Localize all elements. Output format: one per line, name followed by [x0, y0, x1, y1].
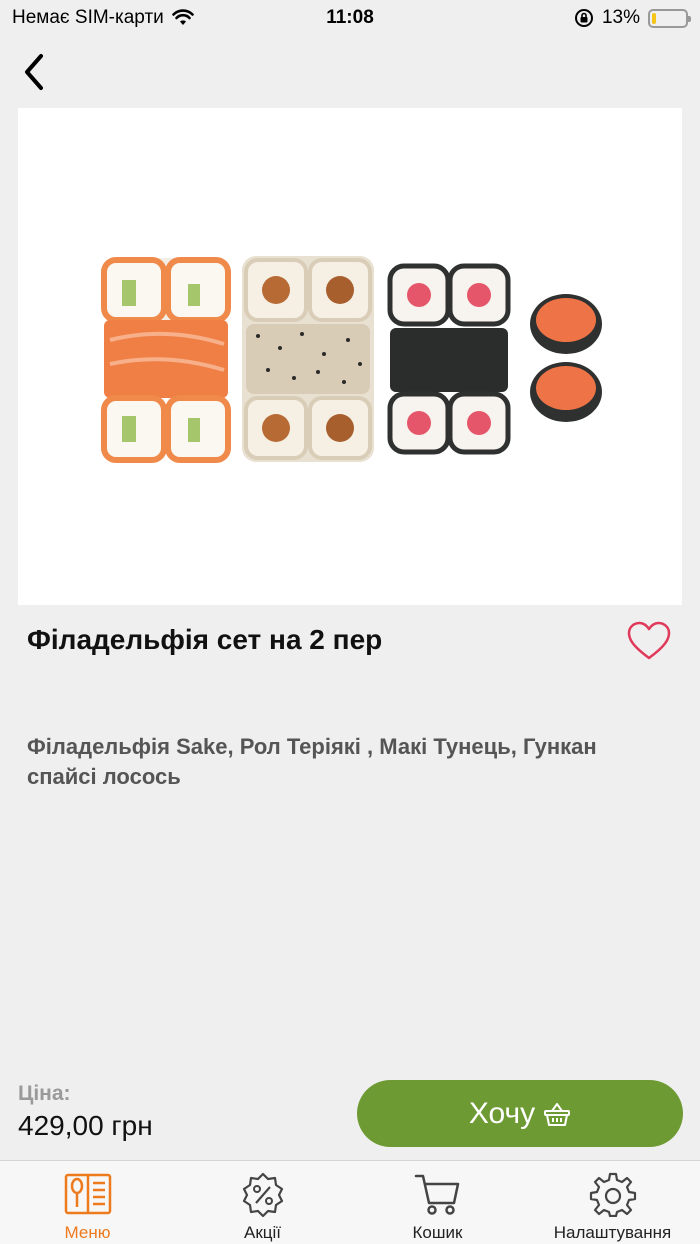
tab-settings-label: Налаштування — [553, 1223, 672, 1242]
price-value: 429,00 грн — [18, 1110, 153, 1141]
tab-cart-label: Кошик — [412, 1223, 463, 1242]
philadelphia-rolls — [101, 257, 231, 463]
battery-fill — [652, 12, 656, 24]
product-title: Філадельфія сет на 2 пер — [27, 624, 383, 655]
want-button-label: Хочу — [468, 1096, 536, 1130]
tab-menu[interactable]: Меню — [0, 1161, 175, 1244]
price-label: Ціна: — [18, 1082, 71, 1105]
tab-cart[interactable]: Кошик — [350, 1161, 525, 1244]
product-description: Філадельфія Sake, Рол Теріякі , Макі Тун… — [27, 734, 597, 789]
status-bar: Немає SIM-карти 11:08 13% — [0, 0, 700, 40]
maki-tuna — [387, 263, 511, 455]
tab-settings[interactable]: Налаштування — [525, 1161, 700, 1244]
cart-icon — [414, 1174, 459, 1215]
sushi-set-image — [101, 256, 602, 463]
basket-icon — [544, 1102, 571, 1126]
heart-icon — [627, 621, 671, 660]
discount-badge-icon — [242, 1172, 283, 1217]
battery-percent: 13% — [601, 7, 640, 28]
tab-promotions-label: Акції — [243, 1223, 281, 1242]
want-button[interactable]: Хочу — [357, 1080, 683, 1147]
product-image — [18, 108, 682, 605]
menu-book-icon — [64, 1173, 111, 1215]
status-right: 13% — [574, 7, 691, 29]
gunkan-spicy-salmon — [530, 294, 602, 422]
favorite-button[interactable] — [626, 620, 672, 662]
tab-bar: Меню Акції Кошик Налаштування — [0, 1160, 700, 1244]
back-button[interactable] — [14, 52, 54, 92]
orientation-lock-icon — [574, 9, 593, 27]
tab-promotions[interactable]: Акції — [175, 1161, 350, 1244]
chevron-left-icon — [25, 54, 43, 90]
tab-menu-label: Меню — [64, 1223, 111, 1242]
teriyaki-rolls — [242, 256, 374, 462]
gear-icon — [589, 1172, 636, 1217]
battery-icon — [648, 8, 691, 28]
